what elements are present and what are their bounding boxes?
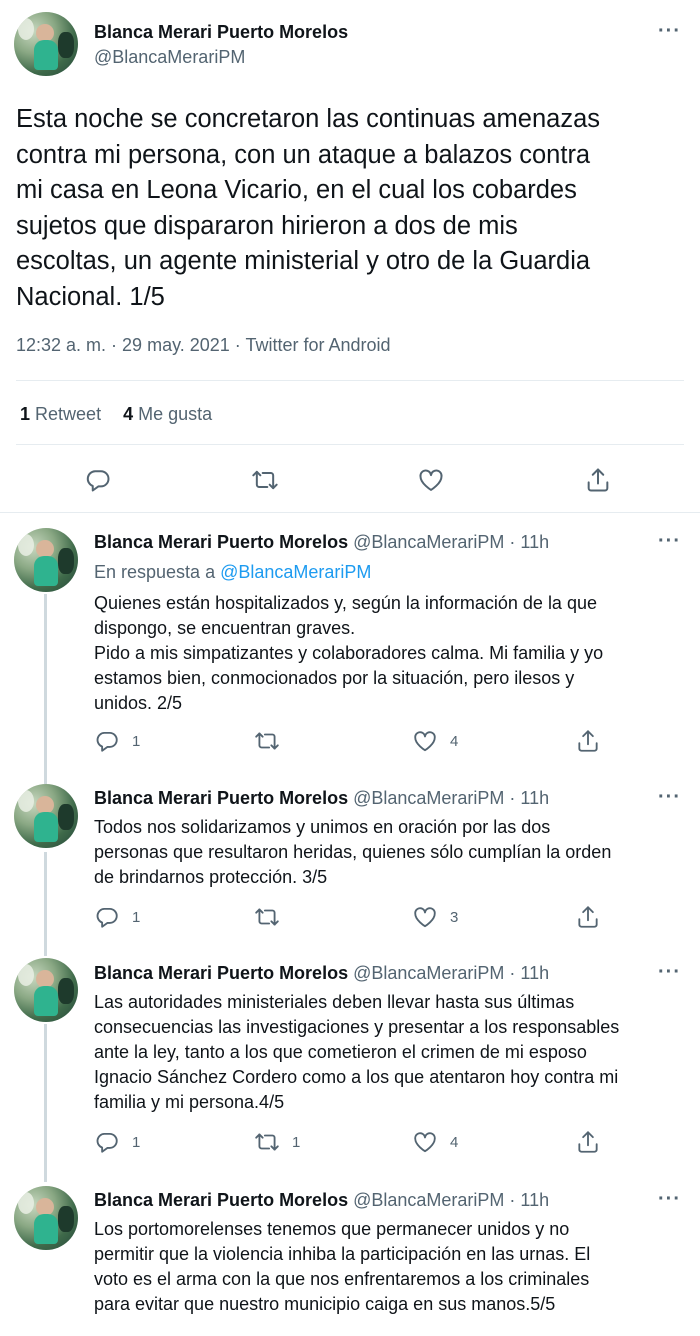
like-count: 4 [450, 732, 459, 750]
reply-text: Los portomorelenses tenemos que permanec… [94, 1219, 591, 1314]
reply-count: 1 [132, 908, 141, 926]
author-name[interactable]: Blanca Merari Puerto Morelos [94, 532, 348, 552]
author-name[interactable]: Blanca Merari Puerto Morelos [94, 963, 348, 983]
share-icon[interactable] [584, 466, 612, 494]
reply-time[interactable]: · 11h [509, 788, 549, 808]
reply-text: Quienes están hospitalizados y, según la… [94, 593, 604, 713]
in-reply-handle[interactable]: @BlancaMerariPM [220, 562, 371, 582]
like-count: 3 [450, 908, 459, 926]
share-icon[interactable] [575, 904, 601, 930]
author-handle[interactable]: @BlancaMerariPM [94, 47, 245, 68]
like-action[interactable]: 4 [412, 1129, 458, 1155]
heart-icon[interactable] [417, 466, 445, 494]
avatar[interactable] [14, 528, 78, 592]
author-name[interactable]: Blanca Merari Puerto Morelos [94, 788, 348, 808]
reply-time[interactable]: · 11h [509, 532, 549, 552]
tweet-text: Esta noche se concretaron las continuas … [16, 105, 601, 311]
divider [0, 512, 700, 513]
tweet-stats: 1 Retweet 4 Me gusta [20, 404, 212, 425]
avatar[interactable] [14, 1186, 78, 1250]
more-icon[interactable]: ··· [658, 786, 681, 809]
reply-action[interactable]: 1 [94, 728, 140, 754]
reply-count: 1 [132, 732, 141, 750]
like-count: 4 [450, 1133, 459, 1151]
retweet-action[interactable] [254, 728, 292, 754]
like-count[interactable]: 4 [123, 404, 133, 424]
reply-text: Todos nos solidarizamos y unimos en orac… [94, 817, 612, 887]
author-handle[interactable]: @BlancaMerariPM [353, 788, 504, 808]
like-label[interactable]: Me gusta [138, 404, 212, 424]
share-icon[interactable] [575, 728, 601, 754]
thread-line [44, 852, 47, 956]
retweet-action[interactable]: 1 [254, 1129, 300, 1155]
author-name[interactable]: Blanca Merari Puerto Morelos [94, 1190, 348, 1210]
more-icon[interactable]: ··· [658, 961, 681, 984]
like-action[interactable]: 3 [412, 904, 458, 930]
author-handle[interactable]: @BlancaMerariPM [353, 532, 504, 552]
reply-count: 1 [132, 1133, 141, 1151]
reply-text: Las autoridades ministeriales deben llev… [94, 992, 620, 1112]
tweet-timestamp[interactable]: 12:32 a. m. · 29 may. 2021 · Twitter for… [16, 335, 391, 356]
author-name[interactable]: Blanca Merari Puerto Morelos [94, 22, 348, 43]
reply-action[interactable]: 1 [94, 1129, 140, 1155]
reply-action[interactable]: 1 [94, 904, 140, 930]
share-icon[interactable] [575, 1129, 601, 1155]
more-icon[interactable]: ··· [658, 20, 681, 43]
more-icon[interactable]: ··· [658, 1188, 681, 1211]
avatar[interactable] [14, 784, 78, 848]
main-tweet: Blanca Merari Puerto Morelos @BlancaMera… [0, 0, 700, 512]
retweet-count[interactable]: 1 [20, 404, 30, 424]
avatar[interactable] [14, 958, 78, 1022]
reply-header: Blanca Merari Puerto Morelos @BlancaMera… [94, 1190, 549, 1211]
divider [16, 444, 684, 445]
avatar[interactable] [14, 12, 78, 76]
reply-header: Blanca Merari Puerto Morelos @BlancaMera… [94, 963, 549, 984]
like-action[interactable]: 4 [412, 728, 458, 754]
author-handle[interactable]: @BlancaMerariPM [353, 1190, 504, 1210]
retweet-count: 1 [292, 1133, 301, 1151]
divider [16, 380, 684, 381]
thread-line [44, 594, 47, 784]
thread-line [44, 1024, 47, 1182]
author-handle[interactable]: @BlancaMerariPM [353, 963, 504, 983]
reply-header: Blanca Merari Puerto Morelos @BlancaMera… [94, 788, 549, 809]
in-reply-prefix: En respuesta a [94, 562, 221, 582]
retweet-action[interactable] [254, 904, 292, 930]
reply-icon[interactable] [84, 466, 112, 494]
retweet-icon[interactable] [251, 466, 279, 494]
in-reply-to: En respuesta a @BlancaMerariPM [94, 562, 371, 583]
more-icon[interactable]: ··· [658, 530, 681, 553]
reply-header: Blanca Merari Puerto Morelos @BlancaMera… [94, 532, 549, 553]
reply-time[interactable]: · 11h [509, 1190, 549, 1210]
retweet-label[interactable]: Retweet [35, 404, 101, 424]
reply-time[interactable]: · 11h [509, 963, 549, 983]
